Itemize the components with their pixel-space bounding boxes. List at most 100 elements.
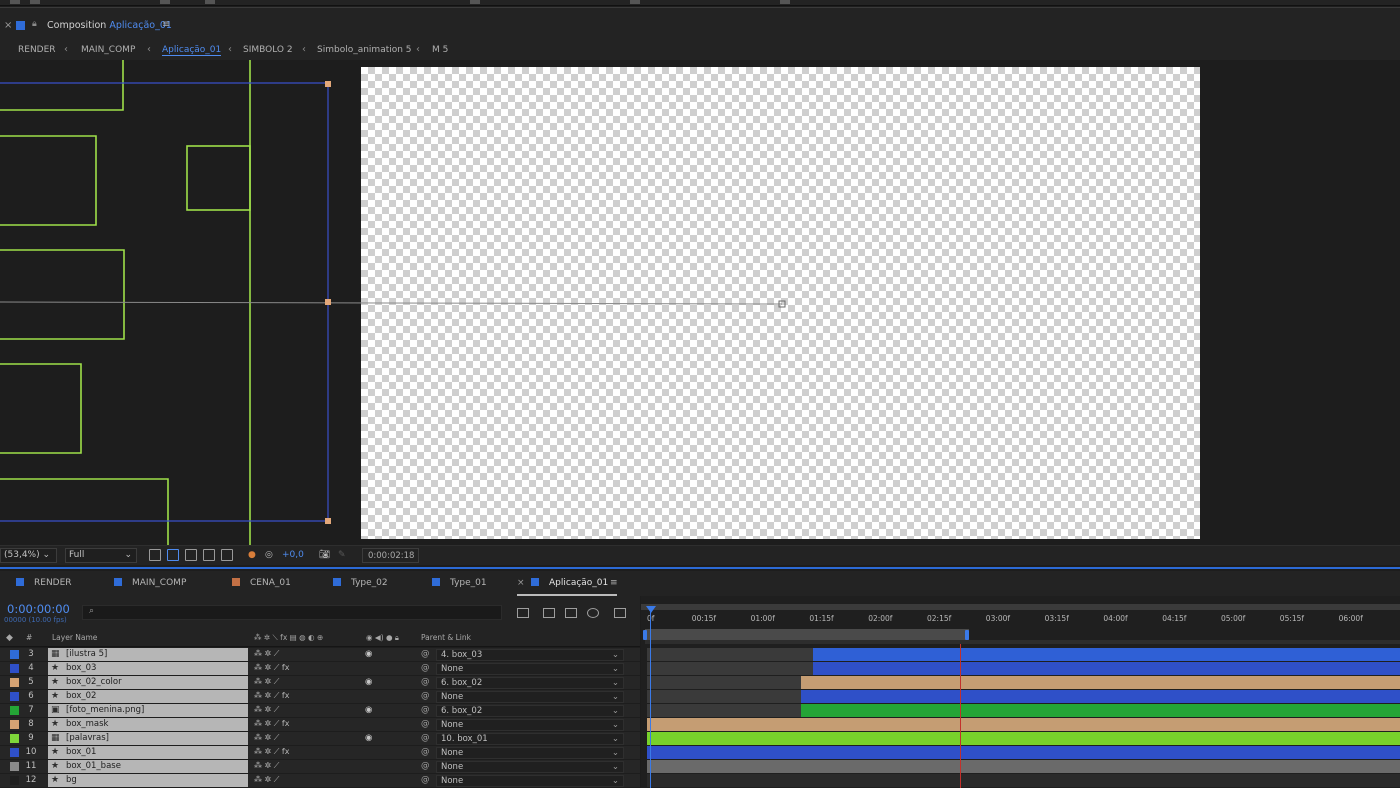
layer-search-input[interactable]: ⌕ [82, 605, 502, 620]
layer-label-color[interactable] [10, 734, 19, 743]
menu-icon[interactable]: ≡ [610, 578, 618, 588]
layer-name[interactable]: [palavras] [66, 733, 109, 743]
work-area-bar[interactable] [645, 629, 969, 640]
mask-visibility-icon[interactable] [185, 549, 197, 561]
reset-exposure-icon[interactable]: ◎ [265, 550, 273, 560]
pick-whip-icon[interactable]: @ [421, 649, 430, 659]
eye-icon[interactable]: ◉ [365, 649, 372, 659]
transform-handle[interactable] [325, 518, 331, 524]
viewer-timecode[interactable]: 0:00:02:18 [362, 548, 419, 563]
transparency-grid-icon[interactable] [167, 549, 179, 561]
layer-row[interactable]: 9 ▦ [palavras] ⁂ ✲ ⟋ ◉ @10. box_01 ⌄ [0, 732, 640, 746]
stroke-toggle[interactable] [630, 0, 640, 4]
column-parent-link[interactable]: Parent & Link [421, 633, 471, 642]
layer-switches[interactable]: ⁂ ✲ ⟋ fx [254, 663, 289, 673]
tool-icon[interactable] [205, 0, 215, 4]
layer-duration-bar[interactable] [647, 774, 1400, 787]
layer-switches[interactable]: ⁂ ✲ ⟋ [254, 649, 279, 659]
close-icon[interactable]: × [517, 578, 525, 588]
pick-whip-icon[interactable]: @ [421, 677, 430, 687]
layer-row[interactable]: 7 ▣ [foto_menina.png] ⁂ ✲ ⟋ ◉ @6. box_02 ⌄ [0, 704, 640, 718]
tab-type-01[interactable]: Type_01 [432, 578, 487, 588]
layer-label-color[interactable] [10, 776, 19, 785]
tab-main-comp[interactable]: MAIN_COMP [114, 578, 186, 588]
current-time-display[interactable]: 0:00:00:00 [7, 602, 70, 616]
layer-label-color[interactable] [10, 706, 19, 715]
eye-icon[interactable]: ◉ [365, 677, 372, 687]
draft-3d-icon[interactable] [543, 608, 555, 618]
layer-row[interactable]: 12 ★ bg ⁂ ✲ ⟋ @ None ⌄ [0, 774, 640, 788]
tab-render[interactable]: RENDER [16, 578, 72, 588]
eye-icon[interactable]: ◉ [365, 705, 372, 715]
parent-select[interactable]: None ⌄ [436, 719, 624, 731]
layer-duration-bar[interactable] [647, 718, 1400, 731]
breadcrumb-item[interactable]: MAIN_COMP [81, 45, 135, 55]
work-area-end-handle[interactable] [965, 630, 969, 640]
layer-duration-bar[interactable] [801, 676, 1400, 689]
pick-whip-icon[interactable]: @ [421, 663, 430, 673]
parent-select[interactable]: 10. box_01 ⌄ [436, 733, 624, 745]
resolution-select[interactable]: Full ⌄ [65, 548, 137, 563]
snapping-toggle[interactable] [470, 0, 480, 4]
layer-row[interactable]: 8 ★ box_mask ⁂ ✲ ⟋ fx @ None ⌄ [0, 718, 640, 732]
parent-select[interactable]: None ⌄ [436, 663, 624, 675]
layer-row[interactable]: 11 ★ box_01_base ⁂ ✲ ⟋ @ None ⌄ [0, 760, 640, 774]
layer-label-color[interactable] [10, 650, 19, 659]
camera-icon[interactable]: 📷︎ [319, 550, 330, 560]
layer-row[interactable]: 3 ▦ [ilustra 5] ⁂ ✲ ⟋ ◉ @4. box_03 ⌄ [0, 648, 640, 662]
layer-name[interactable]: box_03 [66, 663, 96, 673]
layer-duration-bar[interactable] [801, 690, 1400, 703]
layer-name[interactable]: bg [66, 775, 77, 785]
layer-name[interactable]: box_02_color [66, 677, 122, 687]
column-layer-name[interactable]: Layer Name [52, 633, 97, 642]
layer-duration-bar[interactable] [647, 760, 1400, 773]
label-tag-icon[interactable]: ◆ [6, 633, 13, 643]
layer-name[interactable]: [foto_menina.png] [66, 705, 144, 715]
graph-editor-icon[interactable] [614, 608, 626, 618]
shy-layers-icon[interactable] [565, 608, 577, 618]
breadcrumb-item[interactable]: SIMBOLO 2 [243, 45, 293, 55]
grid-icon[interactable] [221, 549, 233, 561]
motion-blur-icon[interactable] [587, 608, 599, 618]
region-of-interest-icon[interactable] [149, 549, 161, 561]
pick-whip-icon[interactable]: @ [421, 691, 430, 701]
tool-icon[interactable] [30, 0, 40, 4]
timeline-graph[interactable]: 0f00:15f01:00f01:15f02:00f02:15f03:00f03… [641, 596, 1400, 788]
layer-switches[interactable]: ⁂ ✲ ⟋ fx [254, 719, 289, 729]
parent-select[interactable]: None ⌄ [436, 775, 624, 787]
layer-label-color[interactable] [10, 748, 19, 757]
menu-icon[interactable]: ≡ [162, 19, 170, 30]
pick-whip-icon[interactable]: @ [421, 775, 430, 785]
tab-type-02[interactable]: Type_02 [333, 578, 388, 588]
parent-select[interactable]: None ⌄ [436, 691, 624, 703]
layer-name[interactable]: [ilustra 5] [66, 649, 107, 659]
layer-label-color[interactable] [10, 664, 19, 673]
layer-switches[interactable]: ⁂ ✲ ⟋ fx [254, 747, 289, 757]
guides-icon[interactable] [203, 549, 215, 561]
parent-select[interactable]: 6. box_02 ⌄ [436, 677, 624, 689]
work-area-start-handle[interactable] [643, 630, 647, 640]
layer-switches[interactable]: ⁂ ✲ ⟋ [254, 761, 279, 771]
transform-handle[interactable] [325, 81, 331, 87]
layer-switches[interactable]: ⁂ ✲ ⟋ [254, 677, 279, 687]
transform-handle[interactable] [325, 299, 331, 305]
tool-icon[interactable] [780, 0, 790, 4]
channel-icon[interactable]: ● [248, 550, 256, 560]
layer-switches[interactable]: ⁂ ✲ ⟋ fx [254, 691, 289, 701]
parent-select[interactable]: 6. box_02 ⌄ [436, 705, 624, 717]
tab-cena-01[interactable]: CENA_01 [232, 578, 291, 588]
layer-name[interactable]: box_01_base [66, 761, 121, 771]
layer-row[interactable]: 10 ★ box_01 ⁂ ✲ ⟋ fx @ None ⌄ [0, 746, 640, 760]
breadcrumb-item[interactable]: Simbolo_animation 5 [317, 45, 412, 55]
layer-name[interactable]: box_02 [66, 691, 96, 701]
layer-label-color[interactable] [10, 692, 19, 701]
layer-switches[interactable]: ⁂ ✲ ⟋ [254, 705, 279, 715]
pick-whip-icon[interactable]: @ [421, 733, 430, 743]
layer-duration-bar[interactable] [813, 648, 1400, 661]
layer-switches[interactable]: ⁂ ✲ ⟋ [254, 775, 279, 785]
tab-aplicacao-01[interactable]: Aplicação_01 [531, 578, 608, 588]
layer-name[interactable]: box_mask [66, 719, 108, 729]
magnification-select[interactable]: (53,4%) ⌄ [0, 548, 57, 563]
composition-viewer[interactable] [0, 60, 1400, 545]
layer-label-color[interactable] [10, 678, 19, 687]
